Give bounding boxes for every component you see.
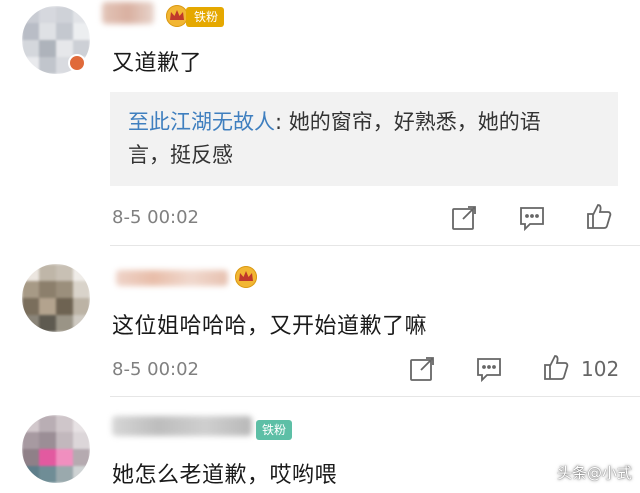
username[interactable] bbox=[112, 416, 252, 436]
avatar[interactable] bbox=[22, 415, 90, 483]
quote-body-cont: 言，挺反感 bbox=[128, 143, 233, 167]
comment-3: 铁粉 她怎么老道歉，哎哟喂 bbox=[0, 397, 640, 493]
comment-2: 这位姐哈哈哈，又开始道歉了嘛 8-5 00:02 102 bbox=[0, 246, 640, 396]
like-icon[interactable] bbox=[542, 353, 570, 381]
share-icon[interactable] bbox=[450, 204, 478, 232]
watermark: 头条@小式 bbox=[556, 464, 632, 482]
username[interactable] bbox=[116, 270, 228, 286]
verified-dot-icon bbox=[68, 54, 86, 72]
like-count: 102 bbox=[581, 357, 620, 381]
like-icon[interactable] bbox=[585, 202, 613, 230]
crown-icon bbox=[166, 5, 188, 27]
comment-1: 铁粉 又道歉了 至此江湖无故人: 她的窗帘，好熟悉，她的语 言，挺反感 8-5 … bbox=[0, 0, 640, 245]
comment-text: 她怎么老道歉，哎哟喂 bbox=[112, 463, 338, 488]
username[interactable] bbox=[102, 2, 154, 24]
timestamp: 8-5 00:02 bbox=[112, 207, 199, 228]
crown-icon bbox=[235, 266, 257, 288]
comment-icon[interactable] bbox=[475, 355, 503, 383]
comment-text: 又道歉了 bbox=[112, 51, 203, 76]
comment-icon[interactable] bbox=[518, 204, 546, 232]
comment-text: 这位姐哈哈哈，又开始道歉了嘛 bbox=[112, 314, 428, 339]
fan-badge: 铁粉 bbox=[186, 7, 225, 27]
quote-separator: : bbox=[275, 110, 289, 134]
quoted-reply[interactable]: 至此江湖无故人: 她的窗帘，好熟悉，她的语 言，挺反感 bbox=[110, 92, 618, 186]
timestamp: 8-5 00:02 bbox=[112, 359, 199, 380]
avatar[interactable] bbox=[22, 264, 90, 332]
share-icon[interactable] bbox=[408, 355, 436, 383]
quoted-author[interactable]: 至此江湖无故人 bbox=[128, 110, 275, 134]
fan-badge: 铁粉 bbox=[256, 420, 293, 440]
quote-body: 她的窗帘，好熟悉，她的语 bbox=[288, 110, 541, 134]
